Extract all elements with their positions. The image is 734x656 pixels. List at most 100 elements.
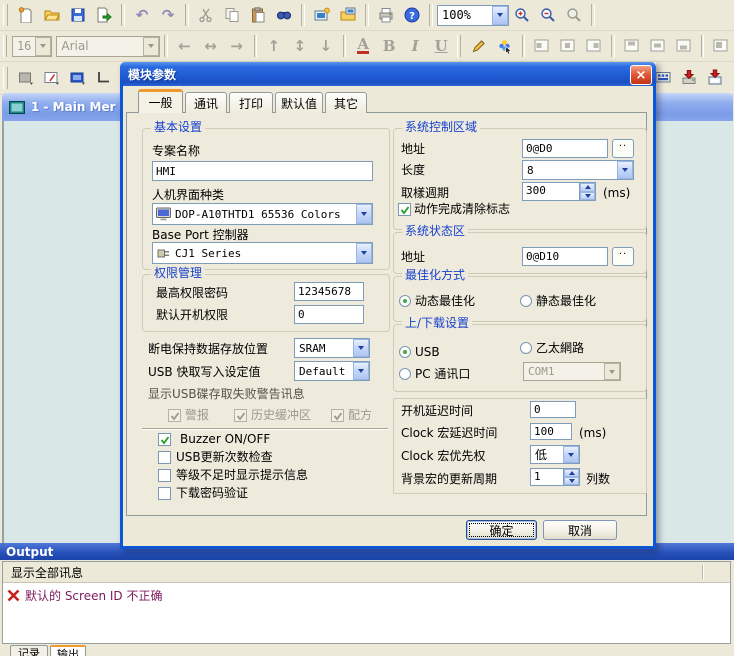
- arrow-up-icon: ↑: [268, 39, 281, 54]
- tab-communication[interactable]: 通讯: [185, 92, 227, 113]
- hmi-type-combo[interactable]: DOP-A10THTD1 65536 Colors: [152, 203, 373, 225]
- control-address-input[interactable]: [522, 139, 608, 158]
- button-tool-button[interactable]: [65, 65, 91, 91]
- status-address-input[interactable]: [522, 247, 608, 266]
- retain-location-dropdown[interactable]: [353, 339, 369, 357]
- new-screen-button[interactable]: [309, 2, 335, 28]
- spin-up-icon: [569, 471, 575, 475]
- help-button[interactable]: ?: [399, 2, 425, 28]
- clear-flag-checkbox[interactable]: [398, 203, 411, 216]
- tab-output[interactable]: 输出: [50, 645, 86, 656]
- boot-permission-input[interactable]: [294, 305, 364, 324]
- static-optimize-radio[interactable]: [520, 295, 532, 307]
- meter-tool-button[interactable]: [39, 65, 65, 91]
- zoom-combo-dropdown[interactable]: [492, 6, 508, 25]
- screen-window-title: 1 - Main Mer: [31, 100, 116, 114]
- make-same-size-button: [708, 33, 734, 59]
- usb-update-check-checkbox[interactable]: [158, 451, 171, 464]
- open-screen-button[interactable]: [335, 2, 361, 28]
- check-icon: [170, 411, 180, 421]
- clock-delay-unit: (ms): [579, 426, 606, 440]
- nudge-left-button: ←: [172, 33, 198, 59]
- output-message-row[interactable]: 默认的 Screen ID 不正确: [3, 583, 730, 608]
- align-left-icon: [534, 38, 550, 54]
- close-button[interactable]: ×: [630, 65, 652, 85]
- max-password-input[interactable]: [294, 282, 364, 301]
- rectangle-tool-button[interactable]: [13, 65, 39, 91]
- toolbar-grip[interactable]: [3, 67, 8, 89]
- clock-priority-dropdown[interactable]: [563, 446, 579, 463]
- zoom-out-icon: [540, 7, 556, 23]
- recipe-checkbox-label: 配方: [348, 408, 372, 422]
- zoom-out-button[interactable]: [535, 2, 561, 28]
- arrow-down-icon: ↓: [320, 39, 333, 54]
- spin-up-button[interactable]: [580, 183, 595, 192]
- base-port-combo[interactable]: CJ1 Series: [152, 242, 373, 264]
- print-button[interactable]: [373, 2, 399, 28]
- bg-macro-spinner[interactable]: 1: [530, 468, 580, 486]
- toolbar-grip[interactable]: [457, 35, 461, 57]
- tab-other-label: 其它: [334, 95, 358, 112]
- dialog-titlebar[interactable]: 模块参数: [120, 62, 656, 86]
- retain-location-combo[interactable]: SRAM: [294, 338, 370, 358]
- download-screen-button[interactable]: [702, 64, 728, 90]
- tab-record[interactable]: 记录: [10, 645, 48, 656]
- usb-radio[interactable]: [399, 346, 411, 358]
- ok-button[interactable]: 确定: [466, 520, 537, 540]
- project-name-input[interactable]: [152, 161, 373, 181]
- toolbar-standard: ↶ ↷ ? 100%: [0, 0, 734, 31]
- paste-button[interactable]: [245, 2, 271, 28]
- spin-down-icon: [585, 194, 591, 198]
- toolbar-grip[interactable]: [3, 4, 8, 26]
- export-button[interactable]: [91, 2, 117, 28]
- pencil-icon: [471, 38, 487, 54]
- toolbar-grip[interactable]: [3, 35, 7, 57]
- clock-delay-input[interactable]: [530, 423, 572, 440]
- save-button[interactable]: [65, 2, 91, 28]
- cancel-button[interactable]: 取消: [543, 520, 617, 540]
- level-prompt-checkbox[interactable]: [158, 469, 171, 482]
- ethernet-radio[interactable]: [520, 342, 532, 354]
- status-address-browse-button[interactable]: ..: [612, 247, 634, 266]
- output-filter-row[interactable]: 显示全部讯息: [3, 562, 730, 583]
- spin-down-button[interactable]: [580, 192, 595, 201]
- zoom-in-button[interactable]: [509, 2, 535, 28]
- upload-button[interactable]: [728, 64, 734, 90]
- usb-cache-combo[interactable]: Default: [294, 361, 370, 381]
- new-file-button[interactable]: [13, 2, 39, 28]
- dynamic-optimize-radio[interactable]: [399, 295, 411, 307]
- buzzer-checkbox[interactable]: [158, 433, 171, 446]
- tab-other[interactable]: 其它: [325, 92, 367, 113]
- hmi-type-label: 人机界面种类: [152, 188, 224, 202]
- underline-button: U: [428, 33, 454, 59]
- control-length-combo[interactable]: 8: [522, 160, 634, 180]
- tab-general[interactable]: 一般: [138, 89, 183, 113]
- dynamic-optimize-label: 动态最佳化: [415, 294, 475, 308]
- chevron-down-icon: [148, 44, 154, 48]
- open-file-button[interactable]: [39, 2, 65, 28]
- zoom-level-combo[interactable]: 100%: [437, 5, 509, 26]
- pc-com-radio[interactable]: [399, 368, 411, 380]
- download-password-checkbox[interactable]: [158, 487, 171, 500]
- toolbar-separator: [611, 35, 614, 57]
- clock-priority-combo[interactable]: 低: [530, 445, 580, 464]
- undo-icon: ↶: [136, 8, 149, 23]
- spin-up-button[interactable]: [564, 469, 579, 477]
- tab-default[interactable]: 默认值: [275, 92, 323, 113]
- control-length-dropdown[interactable]: [617, 161, 633, 179]
- tab-print[interactable]: 打印: [229, 92, 273, 113]
- boot-delay-input[interactable]: [530, 401, 576, 418]
- select-picture-button[interactable]: [492, 33, 518, 59]
- polyline-tool-button[interactable]: [91, 65, 117, 91]
- usb-cache-dropdown[interactable]: [353, 362, 369, 380]
- hmi-type-dropdown[interactable]: [356, 204, 372, 224]
- download-firmware-button[interactable]: [676, 64, 702, 90]
- draw-line-button[interactable]: [466, 33, 492, 59]
- sample-period-spinner[interactable]: 300: [522, 182, 596, 201]
- find-button[interactable]: [271, 2, 297, 28]
- control-address-browse-button[interactable]: ..: [612, 139, 634, 158]
- base-port-dropdown[interactable]: [356, 243, 372, 263]
- new-file-icon: [18, 7, 34, 23]
- chevron-down-icon: [609, 370, 615, 374]
- spin-down-button[interactable]: [564, 477, 579, 485]
